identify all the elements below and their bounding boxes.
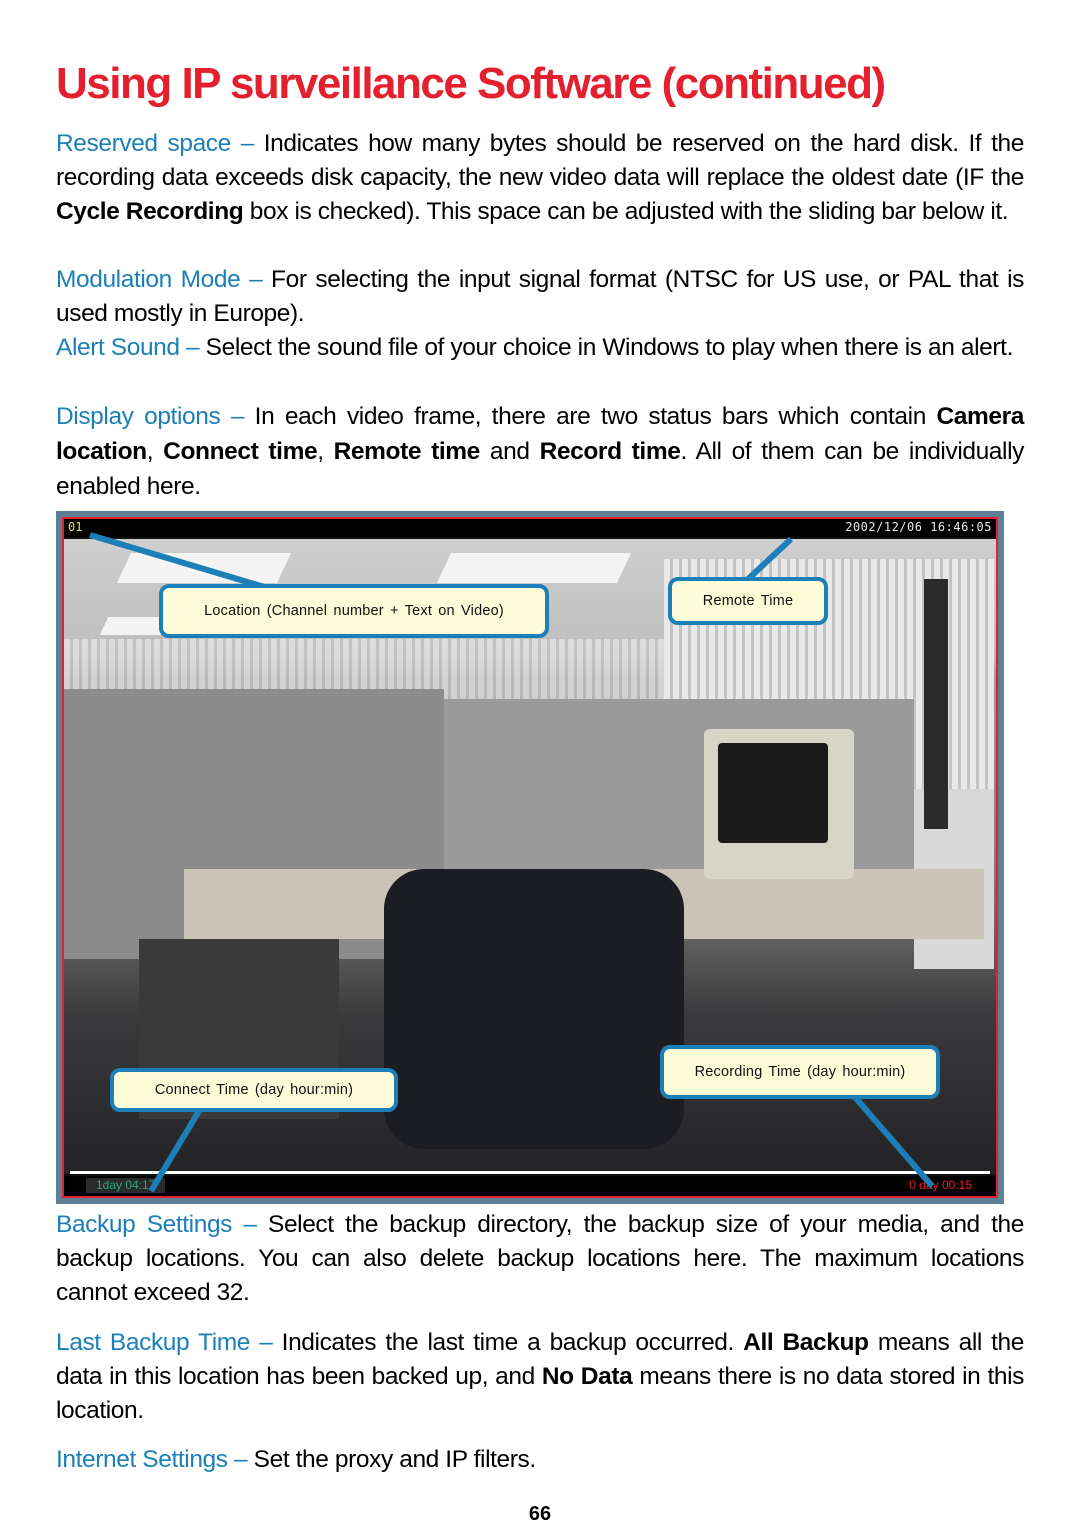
ceiling-light: [437, 553, 631, 583]
modulation-mode-term: Modulation Mode –: [56, 266, 263, 293]
record-time-emphasis: Record time: [539, 438, 681, 465]
page-number: 66: [528, 1503, 552, 1525]
recording-time-callout: Recording Time (day hour:min): [660, 1045, 940, 1099]
location-callout: Location (Channel number + Text on Video…: [159, 584, 549, 638]
connect-time-callout: Connect Time (day hour:min): [110, 1068, 398, 1112]
last-backup-time-term: Last Backup Time –: [56, 1329, 273, 1356]
page-title: Using IP surveillance Software (continue…: [56, 59, 886, 108]
record-time-readout: 0 day 00:15: [909, 1178, 972, 1192]
monitor-screen: [718, 743, 828, 843]
separator: ,: [317, 438, 334, 465]
separator: and: [479, 438, 540, 465]
backup-settings-term: Backup Settings –: [56, 1211, 257, 1238]
remote-time-callout: Remote Time: [668, 577, 828, 625]
reserved-space-paragraph: Reserved space – Indicates how many byte…: [56, 127, 1024, 229]
cycle-recording-emphasis: Cycle Recording: [56, 198, 244, 225]
remote-time-emphasis: Remote time: [333, 438, 481, 465]
alert-sound-paragraph: Alert Sound – Select the sound file of y…: [56, 331, 1024, 365]
ceiling-light: [117, 553, 291, 583]
last-backup-time-text: Indicates the last time a backup occurre…: [272, 1329, 744, 1356]
office-chair: [384, 869, 684, 1149]
bottom-divider: [70, 1171, 990, 1174]
camera-view-screenshot: 01 2002/12/06 16:46:05 1day 04:17 0 day …: [56, 511, 1004, 1204]
backup-settings-paragraph: Backup Settings – Select the backup dire…: [56, 1208, 1024, 1310]
connect-time-emphasis: Connect time: [163, 438, 318, 465]
display-options-paragraph: Display options – In each video frame, t…: [56, 399, 1024, 504]
separator: ,: [146, 438, 164, 465]
internet-settings-term: Internet Settings –: [56, 1446, 248, 1473]
top-status-bar: 01 2002/12/06 16:46:05: [64, 519, 996, 537]
display-options-text: In each video frame, there are two statu…: [244, 403, 937, 430]
remote-timestamp: 2002/12/06 16:46:05: [845, 520, 992, 534]
window-post: [924, 579, 948, 829]
reserved-space-term: Reserved space –: [56, 130, 254, 157]
modulation-mode-paragraph: Modulation Mode – For selecting the inpu…: [56, 263, 1024, 331]
channel-number: 01: [68, 520, 83, 534]
crt-monitor: [704, 729, 854, 879]
reserved-space-text-end: box is checked). This space can be adjus…: [243, 198, 1009, 225]
bottom-status-bar: 1day 04:17 0 day 00:15: [64, 1176, 996, 1196]
all-backup-emphasis: All Backup: [743, 1329, 869, 1356]
last-backup-time-paragraph: Last Backup Time – Indicates the last ti…: [56, 1326, 1024, 1428]
connect-time-readout: 1day 04:17: [86, 1178, 166, 1193]
display-options-term: Display options –: [56, 403, 245, 430]
internet-settings-text: Set the proxy and IP filters.: [247, 1446, 537, 1473]
no-data-emphasis: No Data: [541, 1363, 633, 1390]
alert-sound-text: Select the sound file of your choice in …: [199, 334, 1014, 361]
alert-sound-term: Alert Sound –: [56, 334, 200, 361]
internet-settings-paragraph: Internet Settings – Set the proxy and IP…: [56, 1443, 1024, 1477]
